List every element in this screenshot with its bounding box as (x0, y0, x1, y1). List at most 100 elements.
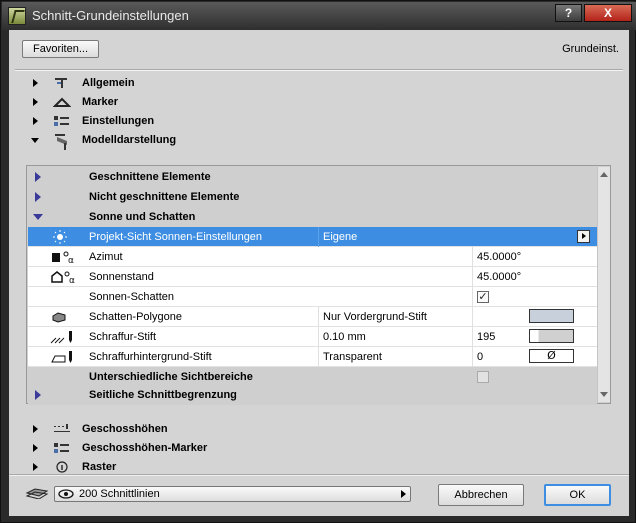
scroll-down-icon[interactable] (600, 392, 608, 397)
row-label: Schraffurhintergrund-Stift (89, 351, 212, 363)
general-settings-icon (55, 78, 67, 88)
close-button[interactable]: X (584, 4, 632, 22)
collapse-arrow-icon[interactable] (33, 214, 43, 220)
collapse-arrow-icon[interactable] (31, 138, 39, 143)
row-sun-shadows[interactable]: Sonnen-Schatten ✓ (28, 287, 597, 307)
title-bar[interactable]: Schnitt-Grundeinstellungen ? X (2, 2, 636, 30)
dialog-window: Schnitt-Grundeinstellungen ? X Favoriten… (0, 0, 636, 523)
column-divider (472, 347, 473, 367)
visible-areas-checkbox (477, 371, 489, 383)
divider (15, 69, 623, 71)
marker-icon (53, 97, 71, 107)
subsection-label: Sonne und Schatten (89, 211, 196, 223)
dropdown-arrow-icon (401, 490, 406, 498)
divider (9, 474, 629, 476)
sun-icon (53, 230, 67, 244)
subsection-sun-shadow[interactable]: Sonne und Schatten (28, 207, 597, 227)
expand-arrow-icon[interactable] (33, 117, 38, 125)
svg-text:α: α (69, 276, 75, 284)
subsection-side-boundary[interactable]: Seitliche Schnittbegrenzung (28, 385, 597, 405)
shadows-checkbox[interactable]: ✓ (477, 291, 489, 303)
vertical-scrollbar[interactable] (597, 167, 610, 402)
row-hatch-pen[interactable]: Schraffur-Stift 0.10 mm 195 (28, 327, 597, 347)
section-label: Geschosshöhen (82, 423, 168, 435)
layer-dropdown[interactable]: 200 Schnittlinien (54, 486, 411, 502)
column-divider (472, 247, 473, 267)
subsection-label: Nicht geschnittene Elemente (89, 191, 240, 203)
azimuth-icon: α (52, 251, 74, 264)
subsection-visible-areas[interactable]: Unterschiedliche Sichtbereiche (28, 367, 597, 387)
subsection-uncut-elements[interactable]: Nicht geschnittene Elemente (28, 187, 597, 207)
hatch-background-icon (51, 351, 72, 363)
section-label: Allgemein (82, 77, 135, 89)
subsection-label: Geschnittene Elemente (89, 171, 211, 183)
row-label: Schraffur-Stift (89, 331, 157, 343)
favorites-button[interactable]: Favoriten... (22, 40, 99, 58)
color-swatch[interactable] (529, 309, 574, 323)
row-hatch-background-pen[interactable]: Schraffurhintergrund-Stift Transparent 0… (28, 347, 597, 367)
column-divider (472, 307, 473, 327)
pen-number[interactable]: 0 (477, 351, 483, 363)
row-shadow-polygons[interactable]: Schatten-Polygone Nur Vordergrund-Stift (28, 307, 597, 327)
column-divider (318, 307, 319, 327)
row-label: Sonnen-Schatten (89, 291, 175, 303)
column-divider (318, 347, 319, 367)
column-divider (318, 327, 319, 347)
expand-arrow-icon[interactable] (35, 390, 41, 400)
row-label: Azimut (89, 251, 123, 263)
azimuth-value[interactable]: 45.0000° (477, 251, 521, 263)
section-geschosshoehen-marker[interactable]: Geschosshöhen-Marker (9, 439, 629, 458)
subsection-cut-elements[interactable]: Geschnittene Elemente (28, 167, 597, 187)
row-sun-settings[interactable]: Projekt-Sicht Sonnen-Einstellungen Eigen… (28, 227, 597, 247)
column-divider (472, 327, 473, 347)
pen-number[interactable]: 195 (477, 331, 495, 343)
layer-value: 200 Schnittlinien (79, 488, 160, 500)
subsection-label: Unterschiedliche Sichtbereiche (89, 371, 253, 383)
sun-altitude-icon: α (51, 271, 75, 284)
model-display-panel: Geschnittene Elemente Nicht geschnittene… (26, 165, 611, 405)
row-label: Sonnenstand (89, 271, 154, 283)
pen-swatch[interactable] (529, 329, 574, 343)
help-button[interactable]: ? (555, 4, 582, 22)
svg-text:α: α (68, 256, 74, 264)
section-modelldarstellung[interactable]: Modelldarstellung (9, 131, 629, 150)
row-sun-altitude[interactable]: α Sonnenstand 45.0000° (28, 267, 597, 287)
dialog-body: Favoriten... Grundeinst. Allgemein Marke… (9, 30, 629, 516)
story-levels-icon (54, 424, 70, 432)
section-marker[interactable]: Marker (9, 93, 629, 112)
eye-icon (58, 489, 74, 499)
column-divider (472, 267, 473, 287)
section-geschosshoehen[interactable]: Geschosshöhen (9, 420, 629, 439)
section-einstellungen[interactable]: Einstellungen (9, 112, 629, 131)
app-logo-icon (8, 7, 26, 25)
row-value[interactable]: Nur Vordergrund-Stift (323, 311, 427, 323)
model-display-icon (55, 134, 67, 150)
section-label: Raster (82, 461, 117, 473)
ok-button[interactable]: OK (544, 484, 611, 506)
row-value: 0.10 mm (323, 331, 366, 343)
scroll-up-icon[interactable] (600, 172, 608, 177)
row-label: Schatten-Polygone (89, 311, 182, 323)
subsection-label: Seitliche Schnittbegrenzung (89, 389, 237, 401)
row-value: Eigene (323, 231, 358, 243)
altitude-value[interactable]: 45.0000° (477, 271, 521, 283)
settings-icon (54, 116, 69, 126)
popup-arrow-icon[interactable] (577, 230, 590, 243)
row-azimuth[interactable]: α Azimut 45.0000° (28, 247, 597, 267)
expand-arrow-icon[interactable] (35, 192, 41, 202)
shadow-polygon-icon (52, 312, 66, 323)
section-allgemein[interactable]: Allgemein (9, 74, 629, 93)
story-marker-icon (54, 443, 69, 453)
expand-arrow-icon[interactable] (35, 172, 41, 182)
expand-arrow-icon[interactable] (33, 79, 38, 87)
expand-arrow-icon[interactable] (33, 425, 38, 433)
expand-arrow-icon[interactable] (33, 98, 38, 106)
transparent-swatch[interactable]: Ø (529, 349, 574, 363)
section-label: Einstellungen (82, 115, 155, 127)
cancel-button[interactable]: Abbrechen (438, 484, 524, 506)
expand-arrow-icon[interactable] (33, 463, 38, 471)
layers-icon (25, 488, 49, 499)
expand-arrow-icon[interactable] (33, 444, 38, 452)
row-label: Projekt-Sicht Sonnen-Einstellungen (89, 231, 263, 243)
section-label: Marker (82, 96, 119, 108)
